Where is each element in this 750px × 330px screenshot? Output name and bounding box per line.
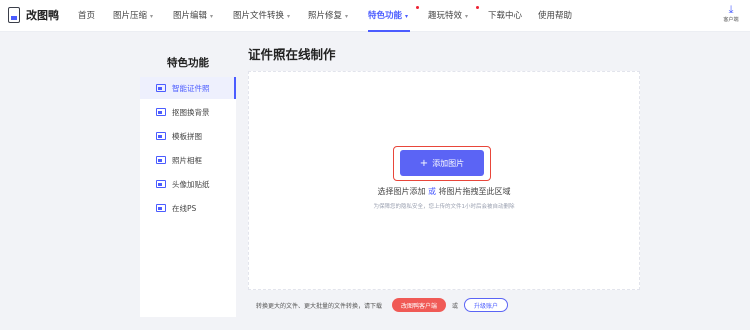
sidebar-item-label: 智能证件照: [172, 83, 210, 93]
upgrade-account-button[interactable]: 升级账户: [464, 298, 509, 312]
sidebar-item-label: 模板拼图: [172, 131, 202, 141]
nav-download-center[interactable]: 下载中心: [488, 9, 522, 21]
privacy-hint: 为保障您的隐私安全，您上传的文件1小时后会被自动删除: [373, 204, 515, 210]
sidebar-item-sticker[interactable]: 头像加贴纸: [140, 173, 236, 195]
sidebar: 智能证件照 抠图换背景 模板拼图 照片相框 头像加贴纸 在线PS: [140, 77, 236, 317]
top-navbar: 改图鸭 首页 图片压缩 ▾ 图片编辑 ▾ 图片文件转换 ▾ 照片修复 ▾ 特色功能 ▾ 趣…: [0, 0, 750, 32]
sidebar-item-id-photo[interactable]: 智能证件照: [140, 77, 236, 99]
add-image-label: 添加图片: [432, 158, 465, 168]
logo-text: 改图鸭: [26, 9, 59, 22]
nav-home[interactable]: 首页: [78, 9, 95, 21]
chevron-down-icon: ▾: [287, 13, 291, 20]
chevron-down-icon: ▾: [150, 13, 154, 20]
chevron-down-icon: ▾: [345, 13, 349, 20]
sidebar-item-collage[interactable]: 模板拼图: [140, 125, 236, 147]
page-title: 证件照在线制作: [248, 47, 336, 62]
nav-fun-effects[interactable]: 趣玩特效 ▾: [428, 9, 468, 21]
sidebar-title: 特色功能: [167, 57, 209, 69]
plus-icon: +: [419, 157, 429, 169]
sticker-icon: [156, 180, 166, 188]
sidebar-item-online-ps[interactable]: 在线PS: [140, 197, 236, 219]
client-download[interactable]: ⤓ 客户端: [718, 4, 744, 24]
nav-image-compress[interactable]: 图片压缩 ▾: [113, 9, 153, 21]
new-dot-badge: [476, 6, 479, 9]
sidebar-item-label: 照片相框: [172, 155, 202, 165]
nav-image-convert[interactable]: 图片文件转换 ▾: [233, 9, 290, 21]
frame-icon: [156, 156, 166, 164]
add-image-button[interactable]: + 添加图片: [400, 150, 484, 176]
sidebar-item-label: 在线PS: [172, 203, 197, 213]
logo[interactable]: 改图鸭: [8, 7, 59, 23]
nav-image-edit[interactable]: 图片编辑 ▾: [173, 9, 213, 21]
chevron-down-icon: ▾: [210, 13, 214, 20]
chevron-down-icon: ▾: [465, 13, 469, 20]
bottom-bar: 转换更大的文件、更大批量的文件转换，请下载 改图鸭客户端 或 升级账户: [248, 294, 640, 316]
nav-photo-repair[interactable]: 照片修复 ▾: [308, 9, 348, 21]
download-client-button[interactable]: 改图鸭客户端: [392, 298, 447, 312]
hint-or: 或: [428, 187, 436, 196]
sidebar-item-label: 抠图换背景: [172, 107, 210, 117]
sidebar-item-frame[interactable]: 照片相框: [140, 149, 236, 171]
download-icon: ⤓: [728, 3, 734, 16]
ps-icon: [156, 204, 166, 212]
nav-help[interactable]: 使用帮助: [538, 9, 572, 21]
bottom-or: 或: [452, 302, 459, 310]
new-dot-badge: [416, 6, 419, 9]
logo-icon: [8, 7, 20, 23]
nav-active-underline: [368, 30, 410, 32]
upload-hint: 选择图片添加 或 将图片拖拽至此区域: [377, 187, 511, 196]
chevron-down-icon: ▾: [405, 13, 409, 20]
sidebar-item-cutout[interactable]: 抠图换背景: [140, 101, 236, 123]
nav-special-features[interactable]: 特色功能 ▾: [368, 9, 408, 21]
collage-icon: [156, 132, 166, 140]
cutout-icon: [156, 108, 166, 116]
bottom-text: 转换更大的文件、更大批量的文件转换，请下载: [256, 302, 383, 310]
sidebar-item-label: 头像加贴纸: [172, 179, 210, 189]
id-photo-icon: [156, 84, 166, 92]
client-label: 客户端: [723, 16, 739, 23]
